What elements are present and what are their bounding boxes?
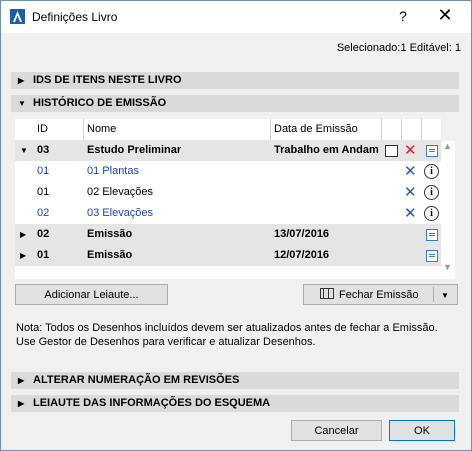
column-divider: [401, 119, 402, 140]
row-id: 02: [37, 207, 50, 219]
note-text: Nota: Todos os Desenhos incluídos devem …: [16, 321, 456, 349]
row-name: 01 Plantas: [87, 165, 139, 177]
column-header-name[interactable]: Nome: [87, 123, 116, 135]
table-row-issue-02[interactable]: ▶ 02 Emissão 13/07/2016: [15, 224, 441, 245]
chevron-down-icon[interactable]: ▼: [441, 285, 449, 306]
close-issue-label: Fechar Emissão: [339, 289, 419, 301]
delete-red-icon[interactable]: ✕: [404, 140, 417, 161]
issue-history-table: ID Nome Data de Emissão ▼ 03 Estudo Prel…: [15, 119, 441, 279]
scroll-down-icon[interactable]: ▼: [443, 262, 452, 272]
row-id: 01: [37, 186, 50, 198]
column-header-date[interactable]: Data de Emissão: [274, 123, 358, 135]
expand-arrow-icon: ▶: [18, 376, 25, 385]
add-layout-button[interactable]: Adicionar Leiaute...: [15, 284, 168, 305]
issue-settings-icon[interactable]: [426, 145, 438, 157]
table-header: ID Nome Data de Emissão: [15, 119, 441, 141]
cancel-button[interactable]: Cancelar: [291, 420, 382, 441]
expand-arrow-icon: ▶: [18, 76, 25, 85]
selection-info: Selecionado:1 Editável: 1: [336, 42, 461, 54]
dialog-window: Definições Livro ? ✕ Selecionado:1 Editá…: [0, 0, 472, 451]
row-date: 13/07/2016: [274, 228, 330, 240]
section-header-renumber[interactable]: ▶ ALTERAR NUMERAÇÃO EM REVISÕES: [11, 372, 459, 389]
collapse-arrow-icon[interactable]: ▼: [20, 140, 28, 161]
note-line-1: Nota: Todos os Desenhos incluídos devem …: [16, 322, 438, 334]
remove-layout-icon[interactable]: ✕: [404, 203, 417, 224]
table-row-layout[interactable]: 01 01 Plantas ✕ i: [15, 161, 441, 182]
issue-status-icon[interactable]: [385, 145, 398, 157]
archicad-app-icon: [10, 9, 25, 24]
row-date: 12/07/2016: [274, 249, 330, 261]
expand-arrow-icon[interactable]: ▶: [20, 224, 26, 245]
expand-arrow-icon: ▶: [18, 399, 25, 408]
expand-arrow-icon[interactable]: ▶: [20, 245, 26, 266]
column-divider: [270, 119, 271, 140]
table-scrollbar[interactable]: ▲ ▼: [441, 141, 455, 279]
section-header-ids[interactable]: ▶ IDS DE ITENS NESTE LIVRO: [11, 72, 459, 89]
table-row-issue-03[interactable]: ▼ 03 Estudo Preliminar Trabalho em Andam…: [15, 140, 441, 161]
help-button[interactable]: ?: [393, 8, 413, 24]
row-name: 02 Elevações: [87, 186, 154, 198]
close-issue-content: Fechar Emissão: [320, 285, 418, 306]
column-divider: [83, 119, 84, 140]
column-header-id[interactable]: ID: [37, 123, 48, 135]
close-issue-button[interactable]: Fechar Emissão ▼: [303, 284, 458, 305]
title-bar: Definições Livro ? ✕: [1, 1, 471, 33]
section-header-history[interactable]: ▼ HISTÓRICO DE EMISSÃO: [11, 95, 459, 112]
section-title-ids: IDS DE ITENS NESTE LIVRO: [33, 74, 182, 86]
row-name: 03 Elevações: [87, 207, 154, 219]
dropdown-divider: [433, 287, 434, 302]
collapse-arrow-icon: ▼: [18, 99, 26, 108]
section-title-layout-info: LEIAUTE DAS INFORMAÇÕES DO ESQUEMA: [33, 397, 271, 409]
window-title: Definições Livro: [32, 10, 118, 24]
table-row-issue-01[interactable]: ▶ 01 Emissão 12/07/2016: [15, 245, 441, 266]
row-id: 01: [37, 165, 50, 177]
note-line-2: Use Gestor de Desenhos para verificar e …: [16, 336, 316, 348]
film-icon: [320, 288, 334, 299]
column-divider: [421, 119, 422, 140]
section-header-layout-info[interactable]: ▶ LEIAUTE DAS INFORMAÇÕES DO ESQUEMA: [11, 395, 459, 412]
row-id: 02: [37, 228, 50, 240]
issue-settings-icon[interactable]: [426, 250, 438, 262]
ok-button[interactable]: OK: [389, 420, 455, 441]
row-name: Emissão: [87, 249, 133, 261]
column-divider: [381, 119, 382, 140]
issue-settings-icon[interactable]: [426, 229, 438, 241]
info-icon[interactable]: i: [424, 164, 439, 179]
row-id: 01: [37, 249, 50, 261]
close-button[interactable]: ✕: [434, 5, 456, 26]
remove-layout-icon[interactable]: ✕: [404, 161, 417, 182]
remove-layout-icon[interactable]: ✕: [404, 182, 417, 203]
table-row-layout[interactable]: 02 03 Elevações ✕ i: [15, 203, 441, 224]
section-title-renumber: ALTERAR NUMERAÇÃO EM REVISÕES: [33, 374, 240, 386]
row-name: Emissão: [87, 228, 133, 240]
row-name: Estudo Preliminar: [87, 144, 182, 156]
info-icon[interactable]: i: [424, 206, 439, 221]
table-row-layout[interactable]: 01 02 Elevações ✕ i: [15, 182, 441, 203]
row-id: 03: [37, 144, 50, 156]
info-icon[interactable]: i: [424, 185, 439, 200]
section-title-history: HISTÓRICO DE EMISSÃO: [33, 97, 167, 109]
scroll-up-icon[interactable]: ▲: [443, 141, 452, 151]
row-date: Trabalho em Andamento: [274, 144, 379, 156]
